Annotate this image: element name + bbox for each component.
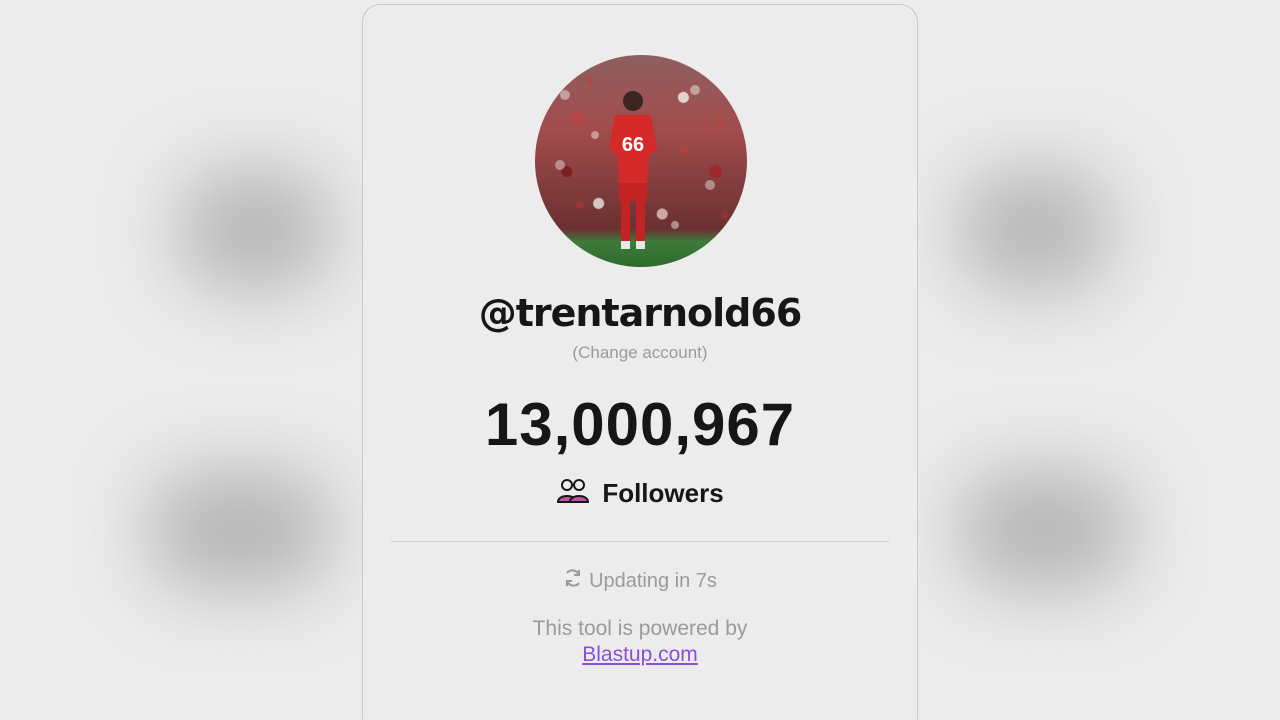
profile-avatar: 66 <box>535 55 747 267</box>
player-photo-icon: 66 <box>555 76 729 249</box>
blur-shape <box>150 470 330 590</box>
svg-text:66: 66 <box>622 134 644 156</box>
blur-shape <box>960 170 1110 290</box>
account-handle: @trentarnold66 <box>478 291 803 335</box>
followers-label: Followers <box>602 477 724 508</box>
blur-shape <box>960 470 1130 590</box>
blastup-link[interactable]: Blastup.com <box>363 643 917 667</box>
updating-text: Updating in 7s <box>589 569 717 592</box>
divider <box>391 541 889 542</box>
blur-shape <box>180 170 330 290</box>
update-status: Updating in 7s <box>363 568 917 594</box>
follower-count: 13,000,967 <box>484 391 796 458</box>
change-account-link[interactable]: (Change account) <box>363 343 917 363</box>
followers-row: Followers <box>363 477 917 509</box>
powered-by-text: This tool is powered by <box>532 617 748 640</box>
people-icon <box>556 477 590 509</box>
refresh-icon <box>563 568 583 594</box>
follower-counter-card: 66 @trentarnold66 (Change account) 13,00… <box>362 4 918 720</box>
